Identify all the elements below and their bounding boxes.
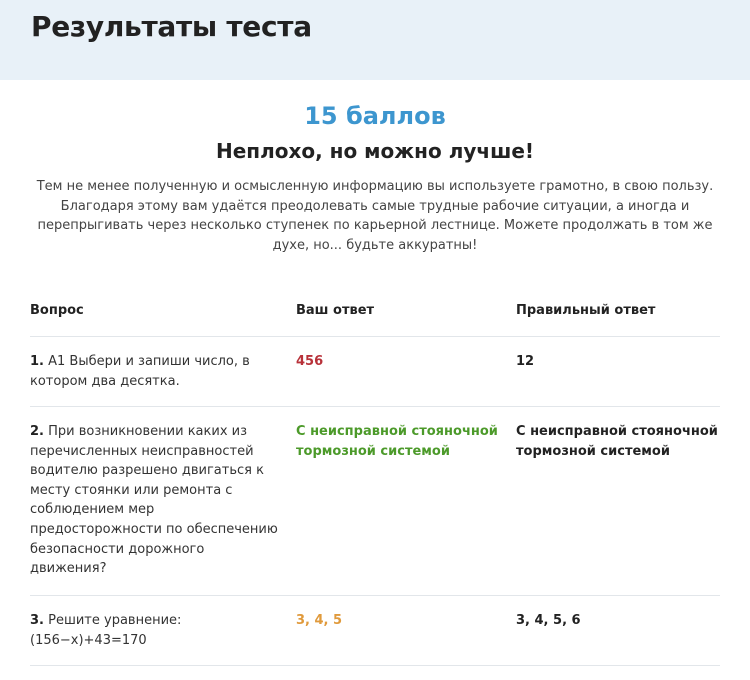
question-number: 2. [30, 424, 44, 439]
table-row: 2. При возникновении каких из перечислен… [30, 407, 720, 596]
results-table: Вопрос Ваш ответ Правильный ответ 1. А1 … [30, 290, 720, 666]
page-header: Результаты теста [0, 0, 750, 80]
question-cell: 2. При возникновении каких из перечислен… [30, 422, 282, 579]
result-description: Тем не менее полученную и осмысленную ин… [36, 179, 714, 253]
question-number: 1. [30, 354, 44, 369]
column-header-correct-answer: Правильный ответ [516, 303, 656, 318]
table-row: 3. Решите уравнение: (156−x)+43=170 3, 4… [30, 596, 720, 666]
question-number: 3. [30, 613, 44, 628]
page-title: Результаты теста [31, 10, 312, 43]
question-cell: 1. А1 Выбери и запиши число, в котором д… [30, 352, 282, 391]
result-verdict: Неплохо, но можно лучше! [215, 139, 535, 163]
column-header-your-answer: Ваш ответ [296, 303, 375, 318]
question-text: Решите уравнение: (156−x)+43=170 [30, 613, 182, 648]
question-cell: 3. Решите уравнение: (156−x)+43=170 [30, 611, 282, 650]
question-text: При возникновении каких из перечисленных… [30, 424, 278, 577]
your-answer-cell: 456 [296, 354, 324, 369]
correct-answer-cell: 3, 4, 5, 6 [516, 613, 581, 628]
question-text: А1 Выбери и запиши число, в котором два … [30, 354, 250, 389]
your-answer-cell: С неисправной стояночной тормозной систе… [296, 424, 498, 459]
table-header-row: Вопрос Ваш ответ Правильный ответ [30, 290, 720, 337]
correct-answer-cell: 12 [516, 354, 535, 369]
table-row: 1. А1 Выбери и запиши число, в котором д… [30, 337, 720, 407]
score-value: 15 баллов [304, 102, 446, 130]
correct-answer-cell: С неисправной стояночной тормозной систе… [516, 424, 718, 459]
column-header-question: Вопрос [30, 303, 84, 318]
your-answer-cell: 3, 4, 5 [296, 613, 343, 628]
